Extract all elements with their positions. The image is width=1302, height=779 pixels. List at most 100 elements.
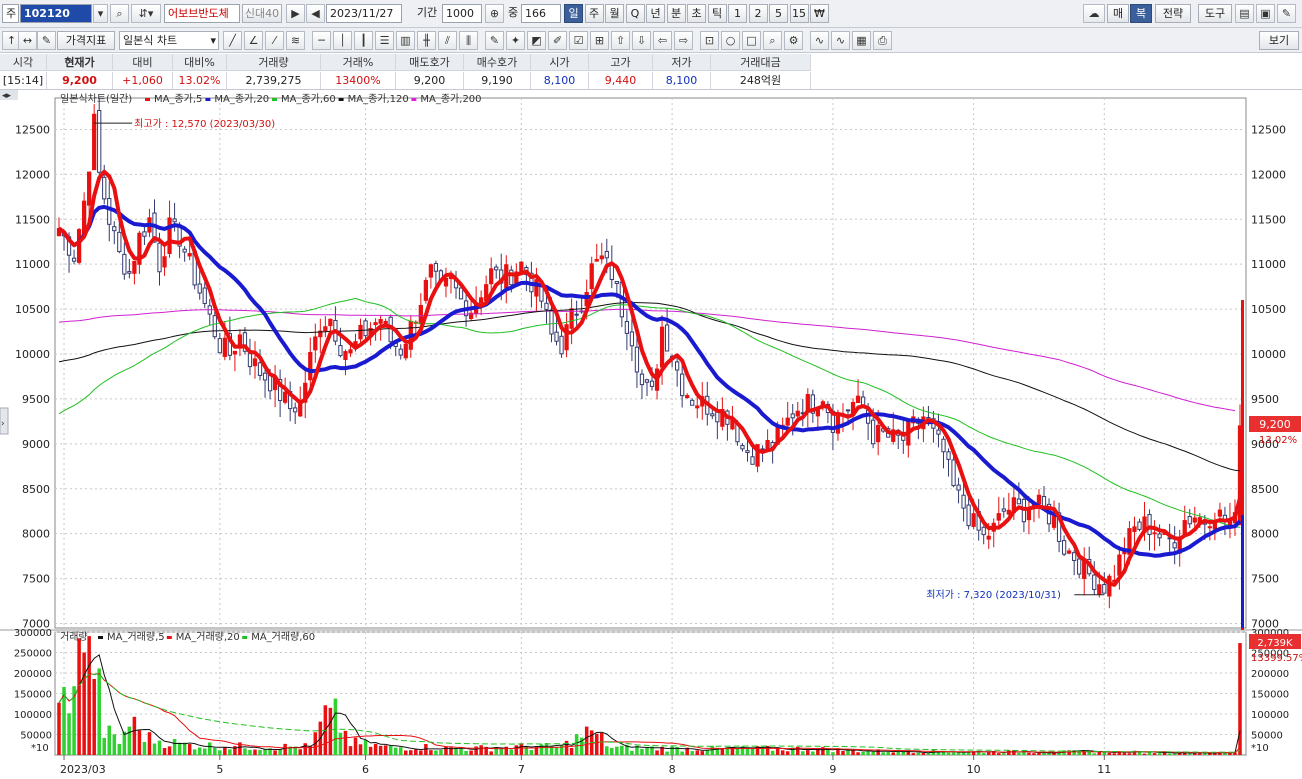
timeframe-button[interactable]: 년 — [646, 4, 665, 23]
bold-line-icon[interactable]: ┃ — [354, 31, 373, 50]
volume-bar — [1112, 753, 1117, 755]
save-icon[interactable]: ▣ — [1256, 4, 1275, 23]
candle-body — [1066, 550, 1072, 554]
parallel-lines-icon[interactable]: ⫽ — [438, 31, 457, 50]
quote-header: 거래% — [321, 54, 396, 71]
candle-body — [951, 459, 956, 487]
candle-body — [283, 391, 288, 403]
timeframe-button[interactable]: 5 — [769, 4, 788, 23]
volume-bar — [414, 749, 418, 755]
timeframe-button[interactable]: 일 — [564, 4, 583, 23]
fibonacci-icon[interactable]: ≋ — [286, 31, 305, 50]
circle-icon[interactable]: ○ — [721, 31, 740, 50]
sort-icon[interactable]: ⇵▾ — [131, 4, 161, 23]
quote-header: 시가 — [531, 54, 589, 71]
grid-lines-icon[interactable]: ☰ — [375, 31, 394, 50]
timeframe-button[interactable]: 2 — [748, 4, 768, 23]
date-input[interactable]: 2023/11/27 — [326, 4, 402, 23]
count-input[interactable]: 166 — [521, 4, 561, 23]
timeframe-button[interactable]: 주 — [584, 4, 604, 23]
legend-label: MA_종가,60 — [281, 93, 336, 105]
arrow-down-icon[interactable]: ⇩ — [632, 31, 651, 50]
square-icon[interactable]: □ — [742, 31, 761, 50]
volume-bar — [177, 742, 182, 755]
period-input[interactable]: 1000 — [442, 4, 482, 23]
arrow-right-icon[interactable]: ⇨ — [674, 31, 693, 50]
strategy-button[interactable]: 전략 — [1155, 4, 1191, 23]
pencil-icon[interactable]: ✎ — [485, 31, 504, 50]
gann-lines-icon[interactable]: ⫼ — [459, 31, 478, 50]
pen-icon[interactable]: ✐ — [548, 31, 567, 50]
tools-button[interactable]: 도구 — [1198, 4, 1232, 23]
timeframe-button[interactable]: 월 — [605, 4, 624, 23]
chevron-down-icon: ▾ — [210, 34, 216, 47]
volume-bar — [881, 752, 885, 755]
frame-icon[interactable]: ⊡ — [700, 31, 719, 50]
quote-header: 거래량 — [227, 54, 321, 71]
collapse-arrows-icon: ◂▸ — [2, 91, 12, 101]
price-tick-label-right: 10000 — [1251, 348, 1286, 361]
zoom-in-icon[interactable]: ⊕ — [485, 4, 504, 23]
dropdown-arrow-icon[interactable]: ▾ — [93, 4, 108, 23]
view-button[interactable]: 보기 — [1259, 31, 1299, 50]
timeframe-button[interactable]: 15 — [789, 4, 809, 23]
arrow-up-icon[interactable]: ⇧ — [611, 31, 630, 50]
volume-bar — [645, 747, 649, 755]
multi-button[interactable]: 복 — [1130, 4, 1152, 23]
candle-body — [383, 320, 388, 325]
arrow-left-icon[interactable]: ⇦ — [653, 31, 672, 50]
play-next-icon[interactable]: ▶ — [286, 4, 305, 23]
price-chart[interactable]: ◂▸›7000 70007500 75008000 80008500 85009000 9… — [0, 90, 1302, 779]
timeframe-button[interactable]: Q — [625, 4, 645, 23]
timeframe-button[interactable]: 분 — [666, 4, 686, 23]
cloud-icon[interactable]: ☁ — [1083, 4, 1105, 23]
magnifier-icon[interactable]: ⌕ — [763, 31, 782, 50]
price-tick-label-left: 12000 — [15, 168, 50, 181]
search-icon[interactable]: ⌕ — [110, 4, 129, 23]
quote-header: 대비% — [173, 54, 227, 71]
candle-body — [97, 110, 102, 173]
horizontal-line-icon[interactable]: ─ — [312, 31, 331, 50]
candle-body — [348, 349, 353, 354]
angle-line-icon[interactable]: ∠ — [244, 31, 263, 50]
print-icon[interactable]: ⎙ — [873, 31, 892, 50]
grid-icon[interactable]: ⊞ — [590, 31, 609, 50]
candle-body — [378, 319, 383, 324]
expand-icon[interactable]: ↔ — [18, 31, 37, 50]
volume-bar — [554, 746, 559, 755]
settings-icon[interactable]: ⚙ — [784, 31, 803, 50]
play-prev-icon[interactable]: ◀ — [306, 4, 325, 23]
edit-icon[interactable]: ✎ — [37, 31, 56, 50]
wave-alt-icon[interactable]: ∿ — [831, 31, 850, 50]
volume-bar — [1172, 753, 1177, 755]
indicator-button[interactable]: 가격지표 — [57, 31, 115, 50]
timeframe-button[interactable]: ₩ — [810, 4, 829, 23]
folder-icon[interactable]: ▤ — [1235, 4, 1254, 23]
volume-bar — [368, 746, 373, 755]
timeframe-button[interactable]: 1 — [728, 4, 747, 23]
vertical-line-icon[interactable]: │ — [333, 31, 352, 50]
wave-icon[interactable]: ∿ — [810, 31, 829, 50]
buy-button[interactable]: 매 — [1107, 4, 1129, 23]
market-selector[interactable]: 주 — [2, 4, 19, 23]
fill-icon[interactable]: ◩ — [527, 31, 546, 50]
timeframe-button[interactable]: 초 — [687, 4, 706, 23]
sparkle-icon[interactable]: ✦ — [506, 31, 525, 50]
bar-pattern-icon[interactable]: ▥ — [396, 31, 415, 50]
palette-icon[interactable]: ▦ — [852, 31, 871, 50]
candle-body — [1061, 540, 1067, 555]
wrench-icon[interactable]: ✎ — [1277, 4, 1296, 23]
main-toolbar: 주 102120 ▾ ⌕ ⇵▾ 어보브반도체 신대40 ▶ ◀ 2023/11/… — [0, 0, 1302, 28]
volume-bar — [871, 751, 875, 755]
volume-bar — [383, 745, 388, 755]
stock-code-input[interactable]: 102120 — [20, 4, 92, 23]
trendline-icon[interactable]: ╱ — [223, 31, 242, 50]
volume-bar — [147, 732, 152, 755]
chart-type-select[interactable]: 일본식 차트 ▾ — [119, 31, 219, 50]
checkbox-icon[interactable]: ☑ — [569, 31, 588, 50]
timeframe-button[interactable]: 틱 — [707, 4, 727, 23]
volume-bar — [353, 737, 358, 755]
channel-icon[interactable]: ╫ — [417, 31, 436, 50]
volume-bar — [941, 752, 946, 755]
fan-line-icon[interactable]: ⁄ — [265, 31, 284, 50]
